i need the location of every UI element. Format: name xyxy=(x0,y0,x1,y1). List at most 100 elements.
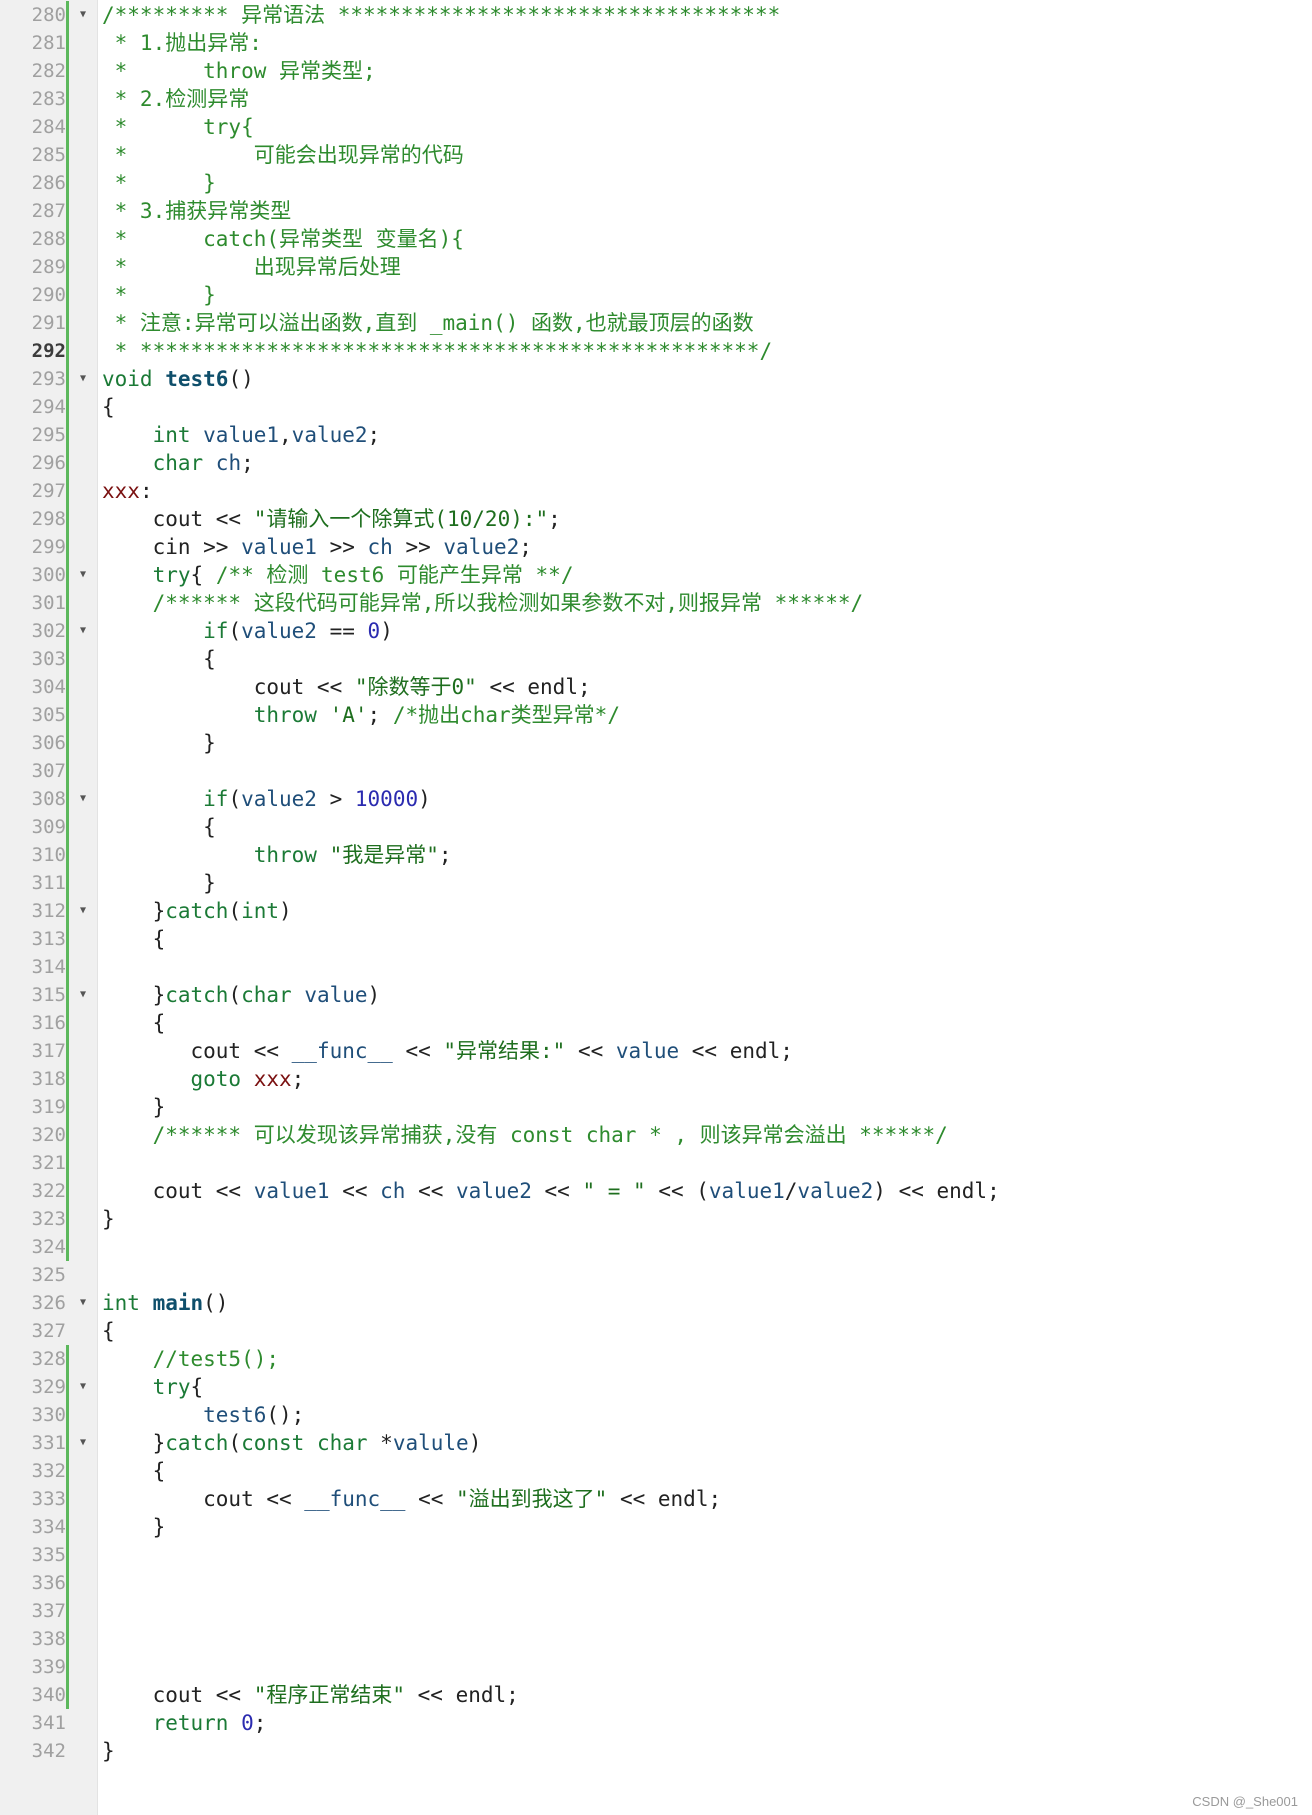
code-text: } xyxy=(102,729,216,757)
code-line[interactable]: 303 { xyxy=(0,645,1312,673)
code-line[interactable]: 329 ▼ try{ xyxy=(0,1373,1312,1401)
code-line[interactable]: 325 xyxy=(0,1261,1312,1289)
code-line[interactable]: 301 /****** 这段代码可能异常,所以我检测如果参数不对,则报异常 **… xyxy=(0,589,1312,617)
code-line[interactable]: 342} xyxy=(0,1737,1312,1765)
code-line[interactable]: 282 * throw 异常类型; xyxy=(0,57,1312,85)
code-token: "请输入一个除算式(10/20):" xyxy=(253,507,549,531)
line-number: 296 xyxy=(31,452,66,474)
line-number: 307 xyxy=(31,760,66,782)
code-token: try xyxy=(102,563,191,587)
code-token: { xyxy=(102,1011,166,1035)
change-marker xyxy=(66,309,69,337)
line-number: 298 xyxy=(31,508,66,530)
code-line[interactable]: 327 { xyxy=(0,1317,1312,1345)
fold-toggle-icon[interactable]: ▼ xyxy=(77,785,89,813)
code-token: void xyxy=(102,367,166,391)
code-line[interactable]: 309 { xyxy=(0,813,1312,841)
code-line[interactable]: 304 cout << "除数等于0" << endl; xyxy=(0,673,1312,701)
code-line[interactable]: 317 cout << __func__ << "异常结果:" << value… xyxy=(0,1037,1312,1065)
code-line[interactable]: 324 xyxy=(0,1233,1312,1261)
code-token: value2 xyxy=(241,787,317,811)
code-line[interactable]: 307 xyxy=(0,757,1312,785)
code-line[interactable]: 328 //test5(); xyxy=(0,1345,1312,1373)
code-line[interactable]: 333 cout << __func__ << "溢出到我这了" << endl… xyxy=(0,1485,1312,1513)
code-line[interactable]: 291 * 注意:异常可以溢出函数,直到 _main() 函数,也就最顶层的函数 xyxy=(0,309,1312,337)
code-line[interactable]: 341 return 0; xyxy=(0,1709,1312,1737)
fold-toggle-icon[interactable]: ▼ xyxy=(77,1,89,29)
code-line[interactable]: 326 ▼ int main() xyxy=(0,1289,1312,1317)
fold-toggle-icon[interactable]: ▼ xyxy=(77,617,89,645)
fold-toggle-icon[interactable]: ▼ xyxy=(77,897,89,925)
code-line[interactable]: 322 cout << value1 << ch << value2 << " … xyxy=(0,1177,1312,1205)
code-line[interactable]: 310 throw "我是异常"; xyxy=(0,841,1312,869)
code-line[interactable]: 334 } xyxy=(0,1513,1312,1541)
line-number: 323 xyxy=(31,1208,66,1230)
code-line[interactable]: 339 xyxy=(0,1653,1312,1681)
code-line[interactable]: 320 /****** 可以发现该异常捕获,没有 const char * , … xyxy=(0,1121,1312,1149)
code-line[interactable]: 335 xyxy=(0,1541,1312,1569)
code-token: ( xyxy=(228,899,242,923)
code-line[interactable]: 287 * 3.捕获异常类型 xyxy=(0,197,1312,225)
fold-toggle-icon[interactable]: ▼ xyxy=(77,365,89,393)
code-line[interactable]: 293 ▼ void test6() xyxy=(0,365,1312,393)
code-token: xxx xyxy=(253,1067,292,1091)
code-line[interactable]: 302 ▼ if(value2 == 0) xyxy=(0,617,1312,645)
code-line[interactable]: 312 ▼ }catch(int) xyxy=(0,897,1312,925)
code-token: ( xyxy=(228,619,242,643)
code-line[interactable]: 290 * } xyxy=(0,281,1312,309)
code-line[interactable]: 305 throw 'A'; /*抛出char类型异常*/ xyxy=(0,701,1312,729)
fold-toggle-icon[interactable]: ▼ xyxy=(77,981,89,1009)
code-line[interactable]: 321 xyxy=(0,1149,1312,1177)
code-line[interactable]: 323} xyxy=(0,1205,1312,1233)
code-line[interactable]: 340 cout << "程序正常结束" << endl; xyxy=(0,1681,1312,1709)
code-line[interactable]: 295 int value1,value2; xyxy=(0,421,1312,449)
code-line[interactable]: 299 cin >> value1 >> ch >> value2; xyxy=(0,533,1312,561)
code-line[interactable]: 331 ▼ }catch(const char *valule) xyxy=(0,1429,1312,1457)
fold-toggle-icon[interactable]: ▼ xyxy=(77,561,89,589)
code-line[interactable]: 315 ▼ }catch(char value) xyxy=(0,981,1312,1009)
code-line[interactable]: 285 * 可能会出现异常的代码 xyxy=(0,141,1312,169)
code-line[interactable]: 318 goto xxx; xyxy=(0,1065,1312,1093)
code-line[interactable]: 336 xyxy=(0,1569,1312,1597)
code-line[interactable]: 306 } xyxy=(0,729,1312,757)
code-line[interactable]: 311 } xyxy=(0,869,1312,897)
fold-toggle-icon[interactable]: ▼ xyxy=(77,1429,89,1457)
code-editor[interactable]: 280 ▼ /********* 异常语法 ********************… xyxy=(0,0,1312,1815)
code-line[interactable]: 337 xyxy=(0,1597,1312,1625)
line-number: 312 xyxy=(31,900,66,922)
code-line[interactable]: 289 * 出现异常后处理 xyxy=(0,253,1312,281)
code-line[interactable]: 296 char ch; xyxy=(0,449,1312,477)
code-line[interactable]: 286 * } xyxy=(0,169,1312,197)
code-line[interactable]: 281 * 1.抛出异常: xyxy=(0,29,1312,57)
code-token: 10000 xyxy=(354,787,419,811)
code-line[interactable]: 294 { xyxy=(0,393,1312,421)
code-line[interactable]: 284 * try{ xyxy=(0,113,1312,141)
code-line[interactable]: 300 ▼ try{ /** 检测 test6 可能产生异常 **/ xyxy=(0,561,1312,589)
code-line[interactable]: 288 * catch(异常类型 变量名){ xyxy=(0,225,1312,253)
change-marker xyxy=(66,1401,69,1429)
code-line[interactable]: 283 * 2.检测异常 xyxy=(0,85,1312,113)
code-line[interactable]: 313 { xyxy=(0,925,1312,953)
code-line[interactable]: 292 * **********************************… xyxy=(0,337,1312,365)
code-token: * throw 异常类型; xyxy=(102,59,376,83)
code-text: * 出现异常后处理 xyxy=(102,253,401,281)
code-line[interactable]: 298 cout << "请输入一个除算式(10/20):"; xyxy=(0,505,1312,533)
line-number: 342 xyxy=(31,1740,66,1762)
code-token: return xyxy=(102,1711,242,1735)
code-token: ; xyxy=(438,843,452,867)
code-line[interactable]: 280 ▼ /********* 异常语法 ********************… xyxy=(0,1,1312,29)
change-marker xyxy=(66,953,69,981)
line-number: 320 xyxy=(31,1124,66,1146)
code-line[interactable]: 319 } xyxy=(0,1093,1312,1121)
code-line[interactable]: 330 test6(); xyxy=(0,1401,1312,1429)
change-marker xyxy=(66,925,69,953)
change-marker xyxy=(66,57,69,85)
fold-toggle-icon[interactable]: ▼ xyxy=(77,1289,89,1317)
code-line[interactable]: 314 xyxy=(0,953,1312,981)
code-line[interactable]: 338 xyxy=(0,1625,1312,1653)
fold-toggle-icon[interactable]: ▼ xyxy=(77,1373,89,1401)
code-line[interactable]: 297 xxx: xyxy=(0,477,1312,505)
code-line[interactable]: 316 { xyxy=(0,1009,1312,1037)
code-line[interactable]: 332 { xyxy=(0,1457,1312,1485)
code-line[interactable]: 308 ▼ if(value2 > 10000) xyxy=(0,785,1312,813)
